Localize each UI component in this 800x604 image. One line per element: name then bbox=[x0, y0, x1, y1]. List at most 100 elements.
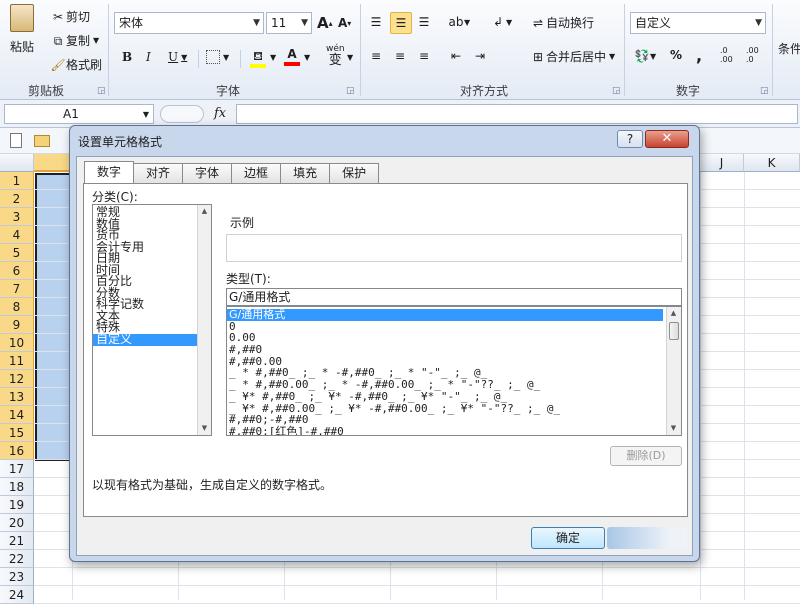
grow-font-button[interactable]: A ▴ bbox=[317, 14, 333, 32]
row-header[interactable]: 24 bbox=[0, 586, 34, 604]
type-scrollbar[interactable]: ▲ ▼ bbox=[666, 307, 681, 435]
cancel-button[interactable] bbox=[607, 527, 687, 549]
bold-button[interactable]: B bbox=[122, 50, 132, 64]
row-header[interactable]: 11 bbox=[0, 352, 34, 370]
name-box[interactable]: A1 ▼ bbox=[4, 104, 154, 124]
row-header[interactable]: 21 bbox=[0, 532, 34, 550]
decrease-decimal-button[interactable]: .00 .0 bbox=[746, 46, 759, 64]
tab-number[interactable]: 数字 bbox=[84, 161, 135, 183]
category-scrollbar[interactable]: ▲ ▼ bbox=[197, 205, 211, 435]
scrollbar-thumb[interactable] bbox=[669, 322, 679, 340]
row-header[interactable]: 8 bbox=[0, 298, 34, 316]
insert-function-button[interactable]: fx bbox=[214, 106, 226, 121]
chevron-down-icon[interactable]: ▼ bbox=[270, 53, 276, 62]
close-button[interactable]: ✕ bbox=[645, 130, 689, 148]
row-header[interactable]: 16 bbox=[0, 442, 34, 460]
chevron-down-icon[interactable]: ▼ bbox=[347, 53, 353, 62]
row-header[interactable]: 2 bbox=[0, 190, 34, 208]
align-right-button[interactable]: ≡ bbox=[416, 48, 432, 64]
font-name-combo[interactable]: 宋体 ▼ bbox=[114, 12, 264, 34]
row-header[interactable]: 4 bbox=[0, 226, 34, 244]
shrink-font-button[interactable]: A ▾ bbox=[338, 16, 351, 30]
category-list[interactable]: 常规 数值 货币 会计专用 日期 时间 百分比 分数 科学记数 文本 特殊 自定义 ▲ ▼ bbox=[92, 204, 212, 436]
format-painter-button[interactable]: 🖌 格式刷 bbox=[50, 56, 102, 73]
comma-button[interactable]: , bbox=[696, 46, 702, 65]
tab-font[interactable]: 字体 bbox=[182, 163, 233, 183]
row-header[interactable]: 12 bbox=[0, 370, 34, 388]
row-header[interactable]: 3 bbox=[0, 208, 34, 226]
column-header-k[interactable]: K bbox=[744, 154, 800, 172]
align-middle-button[interactable]: ☰ bbox=[390, 12, 412, 34]
increase-decimal-button[interactable]: .0 .00 bbox=[720, 46, 733, 64]
row-header[interactable]: 15 bbox=[0, 424, 34, 442]
type-list[interactable]: G/通用格式 0 0.00 #,##0 #,##0.00 _ * #,##0_ ;_ * … bbox=[226, 306, 682, 436]
new-file-icon[interactable] bbox=[10, 133, 22, 148]
tab-border[interactable]: 边框 bbox=[231, 163, 282, 183]
type-input[interactable]: G/通用格式 bbox=[226, 288, 682, 306]
type-item[interactable]: #,##0;[红色]-#,##0 bbox=[227, 426, 665, 435]
type-item[interactable]: #,##0 bbox=[227, 344, 665, 356]
dialog-launcher-icon[interactable]: ◲ bbox=[612, 86, 621, 96]
fill-color-button[interactable]: ⛾ bbox=[250, 48, 266, 68]
type-item[interactable]: 0 bbox=[227, 321, 665, 333]
row-header[interactable]: 19 bbox=[0, 496, 34, 514]
row-header[interactable]: 18 bbox=[0, 478, 34, 496]
dialog-launcher-icon[interactable]: ◲ bbox=[97, 86, 106, 96]
type-item[interactable]: G/通用格式 bbox=[227, 309, 663, 321]
number-format-combo[interactable]: 自定义 ▼ bbox=[630, 12, 766, 34]
align-left-button[interactable]: ≡ bbox=[368, 48, 384, 64]
row-header[interactable]: 13 bbox=[0, 388, 34, 406]
row-header[interactable]: 6 bbox=[0, 262, 34, 280]
font-size-combo[interactable]: 11 ▼ bbox=[266, 12, 312, 34]
row-header[interactable]: 1 bbox=[0, 172, 34, 190]
scroll-down-icon[interactable]: ▼ bbox=[198, 422, 211, 435]
select-all-corner[interactable] bbox=[0, 154, 34, 172]
copy-button[interactable]: ⧉ 复制 ▼ bbox=[50, 32, 99, 49]
orientation-button[interactable]: ab ▼ bbox=[448, 14, 471, 30]
align-bottom-button[interactable]: ☰ bbox=[416, 14, 432, 30]
currency-button[interactable]: 💱 ▼ bbox=[634, 48, 657, 64]
increase-indent-button[interactable]: ⇥ bbox=[472, 48, 488, 64]
column-header-j[interactable]: J bbox=[700, 154, 744, 172]
scroll-down-icon[interactable]: ▼ bbox=[667, 422, 680, 435]
type-item[interactable]: _ ¥* #,##0_ ;_ ¥* -#,##0_ ;_ ¥* "-"_ ;_ … bbox=[227, 391, 665, 403]
tab-fill[interactable]: 填充 bbox=[280, 163, 331, 183]
underline-button[interactable]: U ▼ bbox=[168, 50, 187, 64]
paste-button[interactable]: 粘贴 bbox=[10, 4, 34, 55]
dialog-launcher-icon[interactable]: ◲ bbox=[346, 86, 355, 96]
decrease-indent-button[interactable]: ⇤ bbox=[448, 48, 464, 64]
align-top-button[interactable]: ☰ bbox=[368, 14, 384, 30]
ok-button[interactable]: 确定 bbox=[531, 527, 605, 549]
category-item[interactable]: 自定义 bbox=[93, 333, 197, 346]
row-header[interactable]: 14 bbox=[0, 406, 34, 424]
row-header[interactable]: 20 bbox=[0, 514, 34, 532]
selected-range[interactable] bbox=[35, 173, 71, 461]
phonetic-button[interactable]: wén 变 bbox=[326, 44, 345, 67]
cut-button[interactable]: ✂ 剪切 bbox=[50, 8, 90, 25]
indent-button[interactable]: ↲ ▼ bbox=[490, 14, 512, 30]
font-color-button[interactable]: A bbox=[284, 46, 300, 66]
merge-center-button[interactable]: ⊞ 合并后居中 ▼ bbox=[530, 48, 615, 65]
scroll-up-icon[interactable]: ▲ bbox=[198, 205, 211, 218]
open-folder-icon[interactable] bbox=[34, 135, 50, 147]
help-button[interactable]: ? bbox=[617, 130, 643, 148]
row-header[interactable]: 9 bbox=[0, 316, 34, 334]
row-header[interactable]: 10 bbox=[0, 334, 34, 352]
borders-button[interactable]: ▼ bbox=[206, 50, 229, 64]
align-center-button[interactable]: ≡ bbox=[392, 48, 408, 64]
row-header[interactable]: 17 bbox=[0, 460, 34, 478]
percent-button[interactable]: % bbox=[670, 48, 682, 62]
type-item[interactable]: 0.00 bbox=[227, 332, 665, 344]
tab-alignment[interactable]: 对齐 bbox=[133, 163, 184, 183]
scroll-up-icon[interactable]: ▲ bbox=[667, 307, 680, 320]
chevron-down-icon[interactable]: ▼ bbox=[304, 53, 310, 62]
formula-input[interactable] bbox=[236, 104, 798, 124]
wrap-text-button[interactable]: ⇌ 自动换行 bbox=[530, 14, 594, 31]
row-header[interactable]: 7 bbox=[0, 280, 34, 298]
dialog-launcher-icon[interactable]: ◲ bbox=[760, 86, 769, 96]
row-header[interactable]: 22 bbox=[0, 550, 34, 568]
row-header[interactable]: 23 bbox=[0, 568, 34, 586]
conditional-format-button[interactable]: 条件 bbox=[778, 40, 800, 57]
row-header[interactable]: 5 bbox=[0, 244, 34, 262]
italic-button[interactable]: I bbox=[146, 50, 151, 64]
